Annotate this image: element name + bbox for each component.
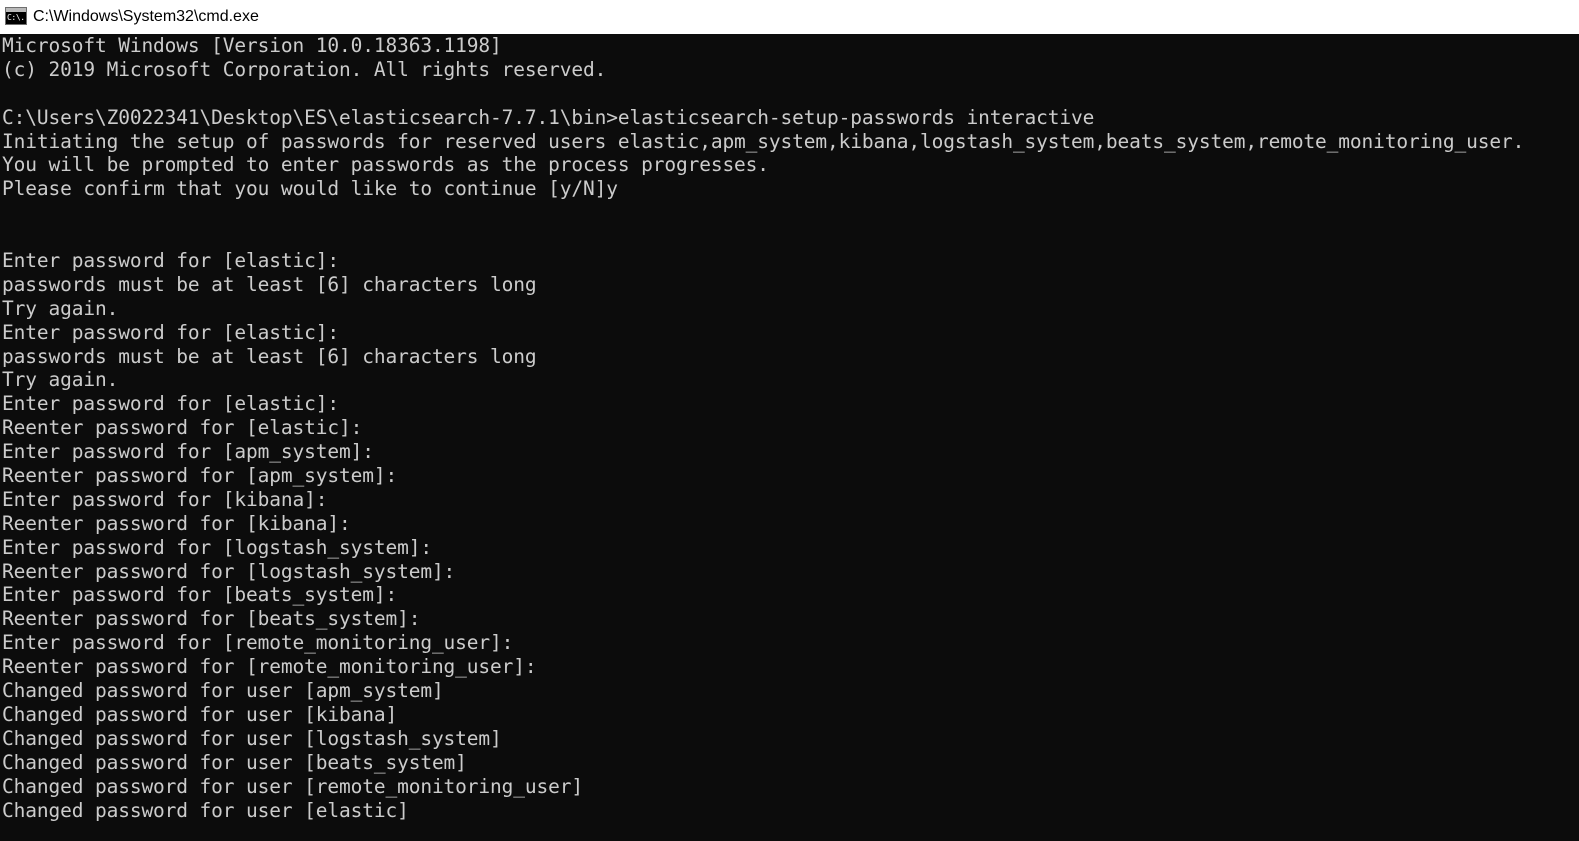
console-line: Try again. — [2, 368, 119, 392]
console-line: Changed password for user [logstash_syst… — [2, 726, 502, 750]
cmd-window: C:\. C:\Windows\System32\cmd.exe Microso… — [0, 0, 1579, 841]
console-line: Enter password for [kibana]: — [2, 487, 328, 511]
console-line: Reenter password for [remote_monitoring_… — [2, 655, 537, 679]
console-line: Changed password for user [apm_system] — [2, 679, 444, 703]
window-title: C:\Windows\System32\cmd.exe — [33, 8, 259, 25]
cmd-icon-bar — [6, 8, 26, 12]
console-line: Changed password for user [elastic] — [2, 798, 409, 822]
console-line: Reenter password for [logstash_system]: — [2, 559, 456, 583]
console-line: Initiating the setup of passwords for re… — [2, 129, 1525, 153]
console-line: passwords must be at least [6] character… — [2, 272, 537, 296]
cmd-console-icon: C:\. — [5, 7, 27, 25]
title-bar[interactable]: C:\. C:\Windows\System32\cmd.exe — [0, 0, 1579, 34]
console-line: Changed password for user [kibana] — [2, 702, 398, 726]
console-line: Enter password for [elastic]: — [2, 320, 339, 344]
console-line: Reenter password for [apm_system]: — [2, 464, 398, 488]
console-line: Try again. — [2, 296, 119, 320]
console-line: passwords must be at least [6] character… — [2, 344, 537, 368]
console-line: Enter password for [remote_monitoring_us… — [2, 631, 514, 655]
console-line: Enter password for [beats_system]: — [2, 583, 398, 607]
console-line: Enter password for [apm_system]: — [2, 440, 374, 464]
console-line: Changed password for user [beats_system] — [2, 750, 467, 774]
console-line: Changed password for user [remote_monito… — [2, 774, 583, 798]
console-line: Enter password for [elastic]: — [2, 392, 339, 416]
console-line: Enter password for [elastic]: — [2, 249, 339, 273]
console-output[interactable]: Microsoft Windows [Version 10.0.18363.11… — [2, 34, 1577, 841]
console-line: Reenter password for [elastic]: — [2, 416, 363, 440]
console-line: Reenter password for [kibana]: — [2, 511, 351, 535]
console-line: Microsoft Windows [Version 10.0.18363.11… — [2, 34, 502, 57]
console-line: Please confirm that you would like to co… — [2, 177, 618, 201]
console-line: C:\Users\Z0022341\Desktop\ES\elasticsear… — [2, 105, 1095, 129]
console-line: (c) 2019 Microsoft Corporation. All righ… — [2, 57, 607, 81]
console-line: Reenter password for [beats_system]: — [2, 607, 421, 631]
cmd-icon-text: C:\. — [7, 13, 25, 22]
console-line: Enter password for [logstash_system]: — [2, 535, 432, 559]
console-line: You will be prompted to enter passwords … — [2, 153, 769, 177]
